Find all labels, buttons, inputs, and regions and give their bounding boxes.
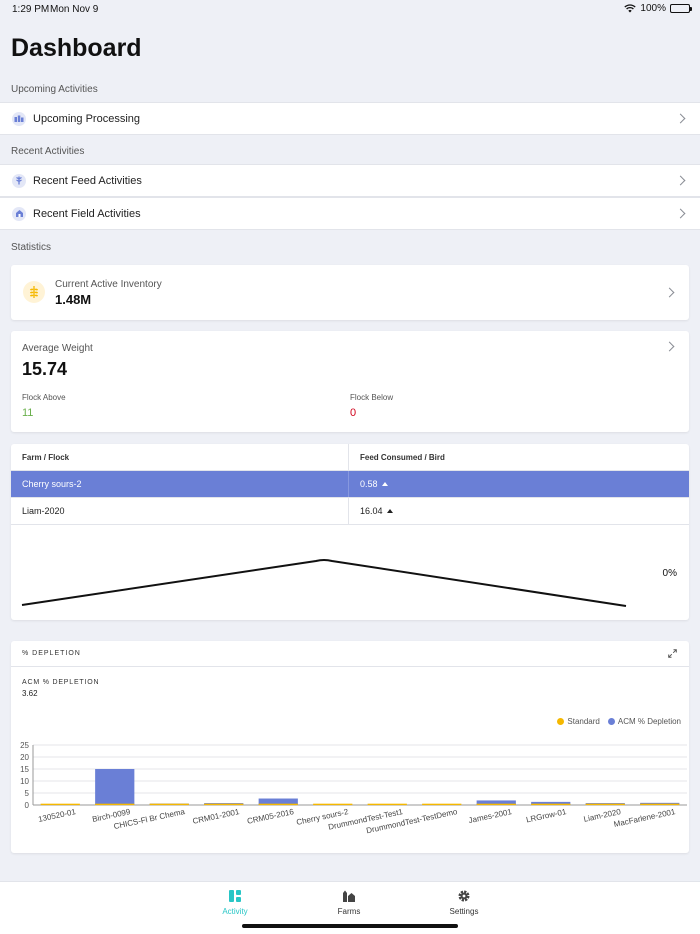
average-weight-card[interactable]: Average Weight 15.74 Flock Above 11 Floc… [11,331,689,432]
table-row[interactable]: Liam-2020 16.04 [11,498,689,525]
status-right: 100% [624,3,692,14]
expand-icon[interactable] [668,649,677,658]
home-indicator [242,924,458,928]
flock-below-value: 0 [350,407,357,419]
flock-above-value: 11 [22,407,34,419]
inventory-label: Current Active Inventory [55,279,162,290]
bar-standard [40,803,80,806]
bar-standard [204,803,244,806]
acm-depletion-value: 3.62 [22,689,38,698]
feed-icon [12,173,26,188]
table-row[interactable]: Cherry sours-2 0.58 [11,471,689,498]
processing-icon [12,111,26,126]
recent-field-row[interactable]: Recent Field Activities [0,197,700,230]
sparkline-path [21,559,627,607]
feed-table-card: Farm / Flock Feed Consumed / Bird Cherry… [11,444,689,620]
flock-above-label: Flock Above [22,393,66,402]
bar-standard [476,803,516,806]
tab-farms[interactable]: Farms [304,888,394,916]
arrow-up-icon [386,509,393,513]
tab-farms-label: Farms [337,907,361,916]
farms-icon [343,890,355,902]
upcoming-processing-label: Upcoming Processing [33,112,140,125]
bar-standard [422,803,462,806]
field-icon [12,206,26,221]
tab-activity[interactable]: Activity [190,888,280,916]
upcoming-processing-row[interactable]: Upcoming Processing [0,102,700,135]
inventory-card[interactable]: Current Active Inventory 1.48M [11,265,689,320]
acm-depletion-label: ACM % DEPLETION [22,679,100,686]
status-time: 1:29 PM [12,4,50,15]
tab-settings[interactable]: Settings [419,888,509,916]
tab-settings-label: Settings [449,907,479,916]
average-weight-label: Average Weight [22,343,93,354]
average-weight-value: 15.74 [22,359,68,379]
battery-percent: 100% [640,3,666,14]
y-tick-label: 20 [20,753,29,762]
section-statistics-label: Statistics [11,242,52,253]
depletion-header: % DEPLETION [11,641,689,667]
battery-icon [670,4,692,13]
y-tick-label: 25 [20,741,29,750]
chart-legend: Standard ACM % Depletion [557,717,681,726]
flock-below-label: Flock Below [350,393,394,402]
recent-feed-row[interactable]: Recent Feed Activities [0,164,700,197]
bar-standard [585,803,625,806]
chevron-right-icon [675,113,686,124]
chevron-right-icon [664,287,675,298]
status-bar: 1:29 PM Mon Nov 9 100% [0,0,700,20]
legend-standard: Standard [557,717,600,726]
gear-icon [458,890,470,902]
bar-standard [367,803,407,806]
page-title: Dashboard [11,34,142,62]
y-tick-label: 15 [20,765,29,774]
feed-cell: 0.58 [349,471,388,497]
bar-standard [313,803,353,806]
feed-value: 16.04 [360,506,383,516]
recent-field-label: Recent Field Activities [33,207,141,220]
recent-feed-label: Recent Feed Activities [33,174,142,187]
depletion-title: % DEPLETION [22,650,81,657]
y-tick-label: 10 [20,777,29,786]
feed-value: 0.58 [360,479,378,489]
tab-activity-label: Activity [222,907,248,916]
bar-standard [95,803,135,806]
feed-cell: 16.04 [349,498,393,524]
bar-acm-depletion [95,769,135,805]
depletion-chart: 0510152025130520-01 Birch-0099CHICS-Fl Br… [20,741,687,835]
depletion-card: % DEPLETION ACM % DEPLETION 3.62 Standar… [11,641,689,853]
chevron-right-icon [675,175,686,186]
legend-acm: ACM % Depletion [607,717,681,726]
bar-standard [258,803,298,806]
bar-standard [531,803,571,806]
y-tick-label: 0 [25,801,30,810]
feed-sparkline [21,559,627,607]
column-header-feed: Feed Consumed / Bird [360,452,445,462]
wheat-icon [23,281,45,303]
activity-icon [229,890,241,902]
x-tick-label: LRGrow-01 [525,807,567,824]
section-recent-label: Recent Activities [11,146,85,157]
table-header: Farm / Flock Feed Consumed / Bird [11,444,689,471]
inventory-value: 1.48M [55,292,92,307]
bar-standard [149,803,189,806]
section-upcoming-label: Upcoming Activities [11,84,98,95]
y-tick-label: 5 [25,789,30,798]
column-header-flock: Farm / Flock [11,444,349,470]
x-tick-label: MacFarlene-2001 [613,807,677,829]
flock-cell: Liam-2020 [11,498,349,524]
sparkline-label: 0% [662,568,677,579]
bar-standard [640,803,680,806]
x-tick-label: 130520-01 [37,807,77,824]
chevron-right-icon [664,341,675,352]
x-tick-label: CRM05-2016 [246,807,295,826]
x-tick-label: CRM01-2001 [192,807,241,826]
flock-cell: Cherry sours-2 [11,471,349,497]
x-tick-label: James-2001 [468,807,513,825]
chevron-right-icon [675,208,686,219]
status-date: Mon Nov 9 [50,4,99,15]
wifi-icon [624,4,637,13]
arrow-up-icon [381,482,388,486]
